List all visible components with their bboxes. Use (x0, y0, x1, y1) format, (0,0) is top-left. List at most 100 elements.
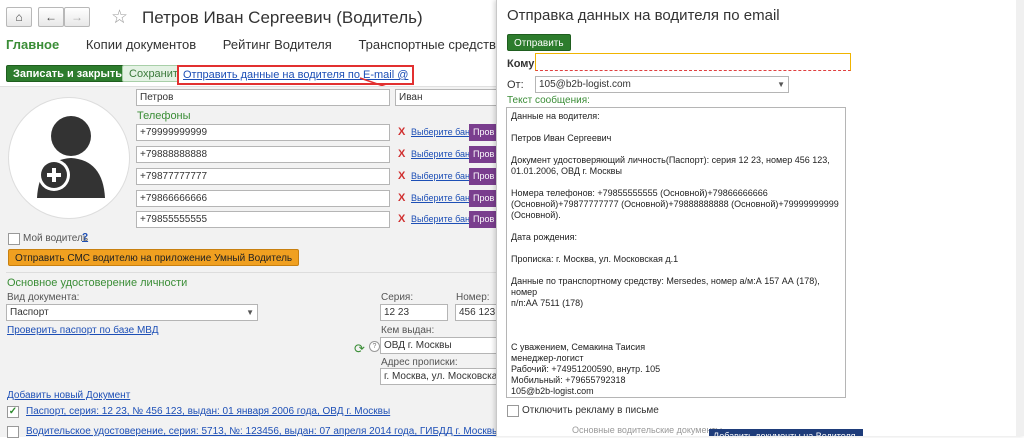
tab-vehicles[interactable]: Транспортные средства (358, 37, 503, 52)
driver-form-panel: Петров Иван Телефоны +79999999999 X Выбе… (0, 86, 499, 438)
number-field[interactable]: 456 123 (455, 304, 497, 321)
message-line (511, 144, 841, 155)
issued-by-label: Кем выдан: (381, 325, 435, 336)
message-line (511, 331, 841, 342)
message-line: Документ удостоверяющий личность(Паспорт… (511, 155, 830, 165)
message-line: 01.01.2006, ОВД г. Москвы (511, 166, 622, 176)
choose-bank-link[interactable]: Выберите банк (411, 214, 474, 224)
choose-bank-link[interactable]: Выберите банк (411, 127, 474, 137)
chevron-down-icon[interactable]: ▼ (246, 305, 254, 320)
chevron-down-icon[interactable]: ▼ (777, 77, 785, 92)
message-line (511, 309, 841, 320)
from-value: 105@b2b-logist.com (539, 79, 631, 90)
message-line: Петров Иван Сергеевич (511, 133, 612, 143)
disable-ads-label: Отключить рекламу в письме (522, 405, 659, 416)
forward-button[interactable]: → (64, 7, 90, 27)
message-line: (Основной)+79877777777 (Основной)+798888… (511, 199, 839, 209)
choose-bank-link[interactable]: Выберите банк (411, 149, 474, 159)
document-item[interactable]: Водительское удостоверение, серия: 5713,… (26, 426, 499, 437)
remove-phone-icon[interactable]: X (398, 148, 405, 160)
first-name-field[interactable]: Иван (395, 89, 497, 106)
phone-field-5[interactable]: +79855555555 (136, 211, 390, 228)
check-phone-button[interactable]: Пров (469, 211, 497, 228)
message-line: Мобильный: +79655792318 (511, 375, 626, 385)
message-line (511, 320, 841, 331)
tab-main[interactable]: Главное (6, 37, 59, 52)
my-driver-help-link[interactable]: ? (82, 232, 88, 243)
message-line: Дата рождения: (511, 232, 577, 242)
message-textarea[interactable]: Данные на водителя: Петров Иван Сергеевич… (506, 107, 846, 398)
email-dialog: Отправка данных на водителя по email Отп… (496, 0, 1024, 436)
last-name-field[interactable]: Петров (136, 89, 390, 106)
avatar[interactable] (8, 97, 130, 219)
doc-type-select[interactable]: Паспорт ▼ (6, 304, 258, 321)
choose-bank-link[interactable]: Выберите банк (411, 193, 474, 203)
check-phone-button[interactable]: Пров (469, 124, 497, 141)
series-label: Серия: (381, 292, 414, 303)
refresh-icon[interactable]: ⟳ (354, 341, 365, 357)
tab-driver-rating[interactable]: Рейтинг Водителя (223, 37, 332, 52)
message-line (511, 177, 841, 188)
remove-phone-icon[interactable]: X (398, 192, 405, 204)
check-passport-link[interactable]: Проверить паспорт по базе МВД (7, 325, 159, 336)
tab-bar: Главное Копии документов Рейтинг Водител… (6, 37, 526, 52)
message-line: Данные на водителя: (511, 111, 600, 121)
favorite-star-icon[interactable]: ☆ (111, 6, 128, 29)
remove-phone-icon[interactable]: X (398, 170, 405, 182)
window-title: Петров Иван Сергеевич (Водитель) (142, 8, 423, 27)
message-line: Компания Умная Логистика (511, 397, 841, 398)
message-line: (Основной). (511, 210, 561, 220)
series-field[interactable]: 12 23 (380, 304, 448, 321)
disable-ads-checkbox[interactable] (507, 405, 519, 417)
choose-bank-link[interactable]: Выберите банк (411, 171, 474, 181)
section-divider (6, 272, 496, 273)
message-line (511, 122, 841, 133)
dialog-title: Отправка данных на водителя по email (507, 7, 780, 24)
tab-document-copies[interactable]: Копии документов (86, 37, 196, 52)
send-sms-button[interactable]: Отправить СМС водителю на приложение Умн… (8, 249, 300, 266)
phone-field-4[interactable]: +79866666666 (136, 190, 390, 207)
message-line: 105@b2b-logist.com (511, 386, 594, 396)
message-label: Текст сообщения: (507, 95, 590, 106)
phone-field-2[interactable]: +79888888888 (136, 146, 390, 163)
back-button[interactable]: ← (38, 7, 64, 27)
my-driver-checkbox[interactable] (8, 233, 20, 245)
add-document-link[interactable]: Добавить новый Документ (7, 390, 130, 401)
doc-type-value: Паспорт (10, 307, 49, 318)
address-field[interactable]: г. Москва, ул. Московская д (380, 368, 497, 385)
message-line: Рабочий: +74951200590, внутр. 105 (511, 364, 661, 374)
person-add-icon (37, 116, 105, 198)
from-select[interactable]: 105@b2b-logist.com ▼ (535, 76, 789, 93)
message-line: Данные по транспортному средству: Mersed… (511, 276, 820, 297)
message-line: п/п:АА 7511 (178) (511, 298, 584, 308)
address-label: Адрес прописки: (381, 357, 458, 368)
issued-by-field[interactable]: ОВД г. Москвы (380, 337, 497, 354)
my-driver-label: Мой водитель (23, 233, 89, 244)
to-field[interactable] (535, 53, 851, 71)
remove-phone-icon[interactable]: X (398, 213, 405, 225)
phone-field-3[interactable]: +79877777777 (136, 168, 390, 185)
document-item[interactable]: Паспорт, серия: 12 23, № 456 123, выдан:… (26, 406, 390, 417)
document-checkbox-1[interactable]: ✓ (7, 406, 19, 418)
save-and-close-button[interactable]: Записать и закрыть (6, 65, 130, 82)
to-label: Кому: (507, 58, 538, 70)
check-phone-button[interactable]: Пров (469, 146, 497, 163)
identity-section-title: Основное удостоверение личности (7, 277, 188, 289)
message-line: Прописка: г. Москва, ул. Московская д.1 (511, 254, 679, 264)
send-button[interactable]: Отправить (507, 34, 571, 51)
document-checkbox-2[interactable] (7, 426, 19, 438)
check-phone-button[interactable]: Пров (469, 168, 497, 185)
home-icon: ⌂ (15, 10, 23, 24)
remove-phone-icon[interactable]: X (398, 126, 405, 138)
phone-field-1[interactable]: +79999999999 (136, 124, 390, 141)
background-fragment-text: Основные водительские документы (572, 425, 723, 435)
help-icon[interactable]: ? (369, 341, 380, 352)
message-line: С уважением, Семакина Таисия (511, 342, 646, 352)
message-line: Номера телефонов: +79855555555 (Основной… (511, 188, 768, 198)
home-button[interactable]: ⌂ (6, 7, 32, 27)
check-phone-button[interactable]: Пров (469, 190, 497, 207)
add-driver-documents-button[interactable]: Добавить документы на Водителя (709, 429, 863, 436)
message-line (511, 221, 841, 232)
from-label: От: (507, 79, 524, 91)
window-scroll-strip[interactable] (1016, 0, 1024, 436)
